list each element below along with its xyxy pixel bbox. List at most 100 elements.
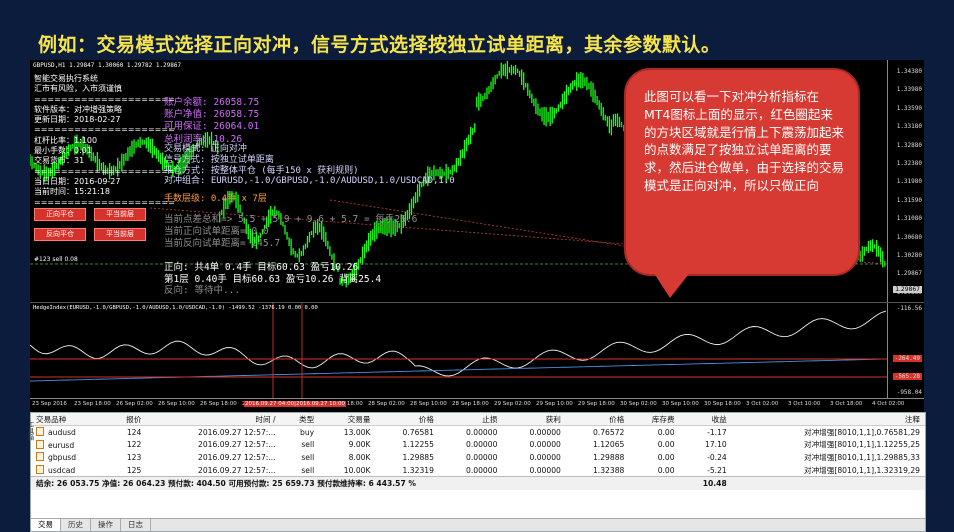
ticket-cell: 123 [126,452,142,462]
ea-info-line-0: 智能交易执行系统 [34,74,98,83]
info-rows: 交易模式: 正向对冲 信号方式: 按独立试单距离 平仓方式: 按整体平仓 (每手15… [164,144,455,187]
hedge-index-line [30,310,887,377]
tab-0[interactable]: 交易 [31,519,61,531]
table-row[interactable]: gbpusd 123 2016.09.27 12:57:... sell 8.00K 1.… [31,451,925,464]
account-rows: 账户余额: 26058.75 账户净值: 26058.75 可用保证: 26064.… [164,97,259,146]
tp-cell: 0.00000 [529,427,561,437]
price-tick: 1.32380 [896,160,922,167]
tab-3[interactable]: 日志 [121,519,151,531]
terminal-panel: 工具箱 交易品种 报价 时间 / 类型 交易量 价格 止损 获利 价格 库存费 收益 注释 audus… [26,412,926,532]
price-tick: 1.30280 [896,252,922,259]
order-icon [36,452,44,462]
status-row-1: 第1层 0.40手 目标60.63 盈亏10.26 背离25.4 [164,273,382,285]
orders-header-cell: 时间 / [146,413,281,426]
order-icon [36,439,44,449]
annotation-bubble-tail [652,270,692,298]
profit-cell: -5.21 [707,465,727,475]
price-tick: 1.29867 [896,270,922,278]
table-row[interactable]: eurusd 122 2016.09.27 12:57:... sell 9.00K 1.… [31,439,925,452]
time-tick: 3 Oct 18:00 [830,401,863,407]
ea-info-line-11: 当前时间：15:21:18 [34,187,110,197]
indicator-bottom-value: -958.04 [896,389,922,396]
tab-1[interactable]: 历史 [61,519,91,531]
symbol-cell: audusd [31,426,108,439]
spread-row-1: 当前正向试单距离= 0.0 [164,226,269,237]
price-cell: 0.76581 [402,427,434,437]
price-tick: 1.30680 [896,233,922,241]
time-tick: 29 Sep 18:00 [578,401,615,407]
annotation-text: 此图可以看一下对冲分析指标在MT4图标上面的显示，红色圈起来的方块区域就是行情上… [644,89,845,193]
indicator-tag-1: -264.49 [892,355,922,362]
orders-header-cell: 注释 [731,413,925,426]
ea-info-line-4: 更新日期：2018-02-27 [34,115,121,125]
summary-profit: 10.48 [679,476,732,490]
comment-cell: 对冲增强[8010,1,1],1.29885,33 [803,452,920,462]
status-row-0: 正向: 共4单 0.4手 目标60.63 盈亏10.26 [164,262,359,273]
profit-cell: -1.17 [707,427,727,437]
orders-header-cell: 价格 [565,413,630,426]
price-axis[interactable]: 1.34380 1.33980 1.33590 1.33180 1.32880 1.323… [887,60,924,302]
comment-cell: 对冲增强[8010,1,1],0.76581,29 [803,427,920,437]
forward-close-button[interactable]: 正向平仓 [34,208,86,221]
reverse-close-button[interactable]: 反向平仓 [34,228,86,241]
ea-info-line-9: ===================== [34,166,175,176]
tab-2[interactable]: 操作 [91,519,121,531]
cur-cell: 1.32388 [592,465,625,475]
swap-cell: 0.00 [657,465,675,475]
spread-rows: 当前点差总和=> 5.5 + 5.9 + 9.6 + 5.7 = 每手26.6 当… [164,214,417,250]
time-tick: 28 Sep 18:00 [452,401,489,407]
terminal-tabs: 交易 历史 操作 日志 [31,518,925,531]
orders-header-cell: 交易品种 [31,413,108,426]
time-tick: 26 Sep 02:00 [116,401,153,407]
volume-cell: 13.00K [343,427,371,437]
symbol-title: GBPUSD,H1 1.29847 1.30060 1.29782 1.2986… [33,62,182,69]
ea-info-line-5: ===================== [34,125,175,135]
ea-info-line-3: 软件版本：对冲增强策略 [34,104,122,114]
close-current-layer-button[interactable]: 平当前层 [94,208,146,221]
indicator-title: HedgeIndex(EURUSD,-1.0/GBPUSD,-1.0/AUDUS… [33,305,318,311]
time-cell: 2016.09.27 12:57:... [198,427,276,437]
info-row-3: 对冲组合: EURUSD,-1.0/GBPUSD,-1.0/AUDUSD,1.0… [164,176,455,187]
time-tick: 30 Sep 18:00 [704,401,741,407]
time-tick: 29 Sep 02:00 [494,401,531,407]
orders-header-row: 交易品种 报价 时间 / 类型 交易量 价格 止损 获利 价格 库存费 收益 注释 [31,413,925,426]
time-tick: 3 Oct 02:00 [746,401,779,407]
volume-cell: 9.00K [348,440,371,450]
close-current-layer-button-2[interactable]: 平当前层 [94,228,146,241]
table-row[interactable]: usdcad 125 2016.09.27 12:57:... sell 10.00K 1… [31,464,925,477]
volume-cell: 8.00K [348,452,371,462]
time-cell: 2016.09.27 12:57:... [198,465,276,475]
ea-info-line-8: 交易货币：31 [34,156,85,166]
sl-cell: 0.00000 [466,440,498,450]
current-price-tag: 1.29867 [893,286,922,293]
indicator-top-value: -116.56 [896,305,922,312]
ea-info-line-12: ===================== [34,197,175,207]
time-tick: 30 Sep 02:00 [620,401,657,407]
indicator-svg [30,303,888,398]
time-tick: 28 Sep 10:00 [410,401,447,407]
ea-info-line-10: 当日日期：2016-09-27 [34,176,121,186]
swap-cell: 0.00 [657,440,675,450]
price-cell: 1.32319 [402,465,434,475]
ticket-cell: 124 [126,427,142,437]
tp-cell: 0.00000 [529,440,561,450]
table-row[interactable]: audusd 124 2016.09.27 12:57:... buy 13.00K 0.… [31,426,925,439]
spread-row-0: 当前点差总和=> 5.5 + 5.9 + 9.6 + 5.7 = 每手26.6 [164,214,418,225]
tp-cell: 0.00000 [529,465,561,475]
summary-row: 结余: 26 053.75 净值: 26 064.23 预付款: 404.50 … [31,476,925,490]
swap-cell: 0.00 [657,427,675,437]
info-row-1: 信号方式: 按独立试单距离 [164,154,274,165]
time-tick: 26 Sep 18:00 [200,401,237,407]
ea-info-line-2: ===================== [34,94,175,104]
ea-info-panel: 智能交易执行系统 汇市有风险，入市须谨慎 =====================… [34,74,175,218]
time-tick: 23 Sep 18:00 [74,401,111,407]
mt4-window: GBPUSD,H1 1.29847 1.30060 1.29782 1.2986… [26,60,926,532]
profit-cell: -0.24 [707,452,727,462]
comment-cell: 对冲增强[8010,1,1],1.32319,29 [803,465,920,475]
symbol-cell: usdcad [31,464,108,477]
time-highlight: 2016.09.27 04:00|2016.09.27 10:00 [244,401,347,407]
info-row-0: 交易模式: 正向对冲 [164,144,247,154]
ea-info-line-7: 最小手数：0.01 [34,146,92,156]
type-cell: sell [301,452,315,462]
hedge-indicator-panel[interactable]: HedgeIndex(EURUSD,-1.0/GBPUSD,-1.0/AUDUS… [30,303,924,398]
